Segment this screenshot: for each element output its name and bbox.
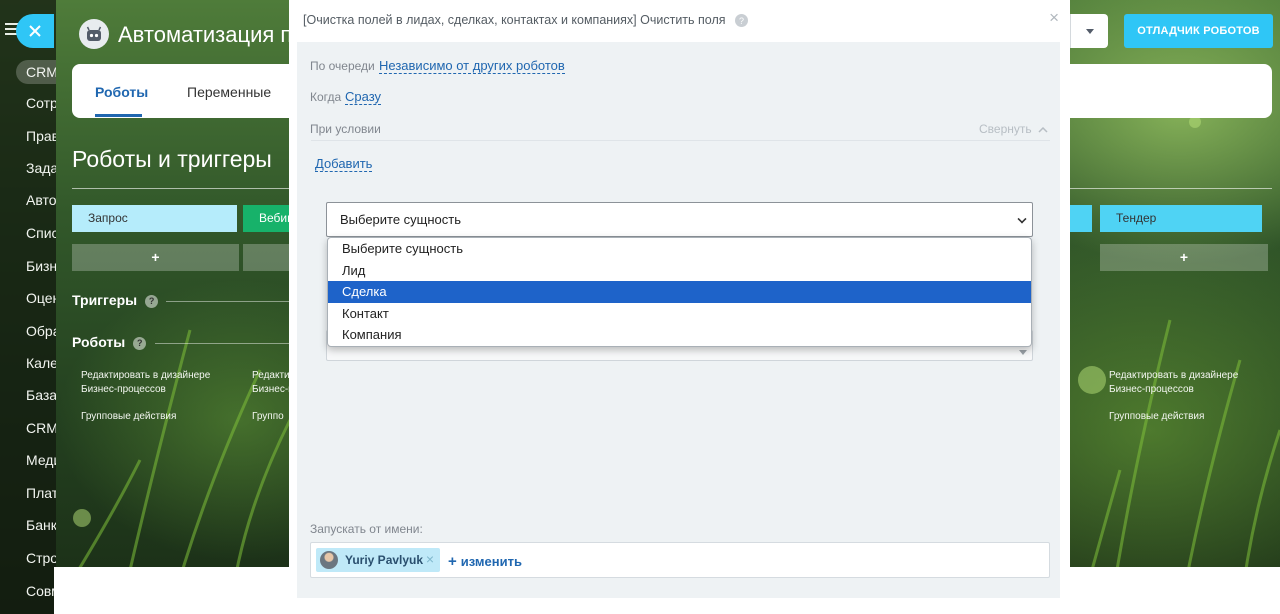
add-condition-link[interactable]: Добавить — [315, 156, 373, 172]
stage-webinar[interactable]: Вебин — [243, 205, 294, 232]
sidebar-item[interactable]: CRM — [26, 420, 56, 436]
group-actions-link[interactable]: Групповые действия — [1109, 410, 1204, 424]
change-user-link[interactable]: + изменить — [448, 553, 522, 570]
entity-select[interactable]: Выберите сущность — [326, 202, 1033, 237]
divider — [311, 140, 1050, 141]
sidebar-item[interactable]: Календарь — [26, 355, 56, 371]
dropdown-option-highlighted[interactable]: Сделка — [328, 281, 1031, 303]
plus-icon: + — [448, 553, 457, 570]
run-as-label: Запускать от имени: — [310, 522, 423, 536]
robot-icon — [79, 19, 109, 49]
condition-label: При условии — [310, 122, 381, 136]
sidebar-item[interactable]: Платформа — [26, 485, 56, 501]
add-robot-button[interactable] — [243, 244, 289, 271]
page-title: Роботы и триггеры — [72, 146, 272, 172]
user-name: Yuriy Pavlyuk — [345, 553, 424, 567]
run-as-user-field[interactable]: Yuriy Pavlyuk × + изменить — [310, 542, 1050, 578]
help-icon[interactable]: ? — [735, 14, 749, 28]
sidebar-item-crm[interactable]: CRM — [16, 60, 56, 84]
robot-settings-dialog: [Очистка полей в лидах, сделках, контакт… — [289, 0, 1070, 614]
active-tab-indicator — [95, 114, 142, 117]
sidebar-item[interactable]: Списки — [26, 225, 56, 241]
sidebar-item[interactable]: Сотрудники — [26, 95, 56, 111]
sidebar-item[interactable]: База знаний — [26, 387, 56, 403]
when-value-link[interactable]: Сразу — [345, 89, 382, 105]
edit-in-designer-link[interactable]: Редактировать в дизайнере Бизнес-процесс… — [81, 369, 221, 397]
close-icon — [29, 25, 41, 37]
queue-label: По очереди — [310, 59, 375, 73]
add-robot-button[interactable]: + — [72, 244, 239, 271]
user-chip: Yuriy Pavlyuk × — [316, 548, 440, 572]
tab-robots[interactable]: Роботы — [95, 84, 148, 100]
sidebar-item[interactable]: Задачи — [26, 160, 56, 176]
sidebar-item[interactable]: Оценка — [26, 290, 56, 306]
divider — [166, 301, 289, 302]
sidebar-item[interactable]: Медиа — [26, 452, 56, 468]
caret-down-icon — [1085, 28, 1094, 34]
queue-value-link[interactable]: Независимо от других роботов — [379, 58, 565, 74]
close-slider-button[interactable] — [16, 14, 54, 48]
remove-user-icon[interactable]: × — [426, 551, 434, 567]
dropdown-option[interactable]: Лид — [328, 260, 1031, 282]
app-title: Автоматизация пр — [118, 22, 290, 47]
entity-select-value: Выберите сущность — [340, 212, 462, 227]
group-actions-link[interactable]: Групповые действия — [81, 410, 176, 424]
dialog-title: [Очистка полей в лидах, сделках, контакт… — [303, 13, 749, 28]
dialog-title-text: [Очистка полей в лидах, сделках, контакт… — [303, 13, 726, 27]
collapse-toggle[interactable]: Свернуть — [979, 122, 1048, 136]
triggers-label: Триггеры — [72, 292, 138, 308]
dropdown-option[interactable]: Выберите сущность — [328, 238, 1031, 260]
dropdown-option[interactable]: Компания — [328, 324, 1031, 346]
dialog-body: По очереди Независимо от других роботов … — [297, 42, 1060, 598]
help-icon[interactable]: ? — [145, 294, 159, 308]
when-label: Когда — [310, 90, 342, 104]
stage-request[interactable]: Запрос — [72, 205, 237, 232]
divider — [155, 343, 289, 344]
stage-tender[interactable]: Тендер — [1100, 205, 1262, 232]
entity-dropdown-list: Выберите сущность Лид Сделка Контакт Ком… — [327, 237, 1032, 347]
dropdown-option[interactable]: Контакт — [328, 303, 1031, 325]
robots-heading: Роботы? — [72, 334, 147, 350]
dropdown-toggle[interactable] — [1070, 14, 1108, 48]
change-label: изменить — [460, 554, 522, 569]
edit-in-designer-link[interactable]: Бизнес-п — [252, 383, 294, 397]
sidebar-item[interactable]: Банк — [26, 517, 56, 533]
group-actions-link[interactable]: Группо — [252, 410, 284, 424]
robot-debugger-button[interactable]: ОТЛАДЧИК РОБОТОВ — [1124, 14, 1273, 48]
chevron-down-icon — [1017, 214, 1027, 224]
sidebar-item[interactable]: Бизнес-процессы — [26, 258, 56, 274]
avatar — [320, 551, 338, 569]
help-icon[interactable]: ? — [133, 336, 147, 350]
sidebar-item[interactable]: Совместная работа — [26, 583, 56, 599]
edit-in-designer-link[interactable]: Редактировать в дизайнере Бизнес-процесс… — [1109, 369, 1249, 397]
stage-partial — [1070, 205, 1092, 232]
tab-variables[interactable]: Переменные — [187, 84, 271, 100]
sidebar-item[interactable]: Строительство — [26, 550, 56, 566]
triggers-heading: Триггеры? — [72, 292, 159, 308]
add-robot-button[interactable]: + — [1100, 244, 1268, 271]
collapse-label: Свернуть — [979, 122, 1032, 136]
sidebar-item[interactable]: Права — [26, 128, 56, 144]
left-sidebar: CRM Сотрудники Права Задачи Автоматизаци… — [0, 0, 56, 614]
sidebar-item[interactable]: Образование — [26, 323, 56, 339]
sidebar-item[interactable]: Автоматизация — [26, 192, 56, 208]
chevron-up-icon — [1038, 126, 1048, 133]
robots-label: Роботы — [72, 334, 126, 350]
dialog-close-button[interactable]: × — [1049, 8, 1059, 28]
